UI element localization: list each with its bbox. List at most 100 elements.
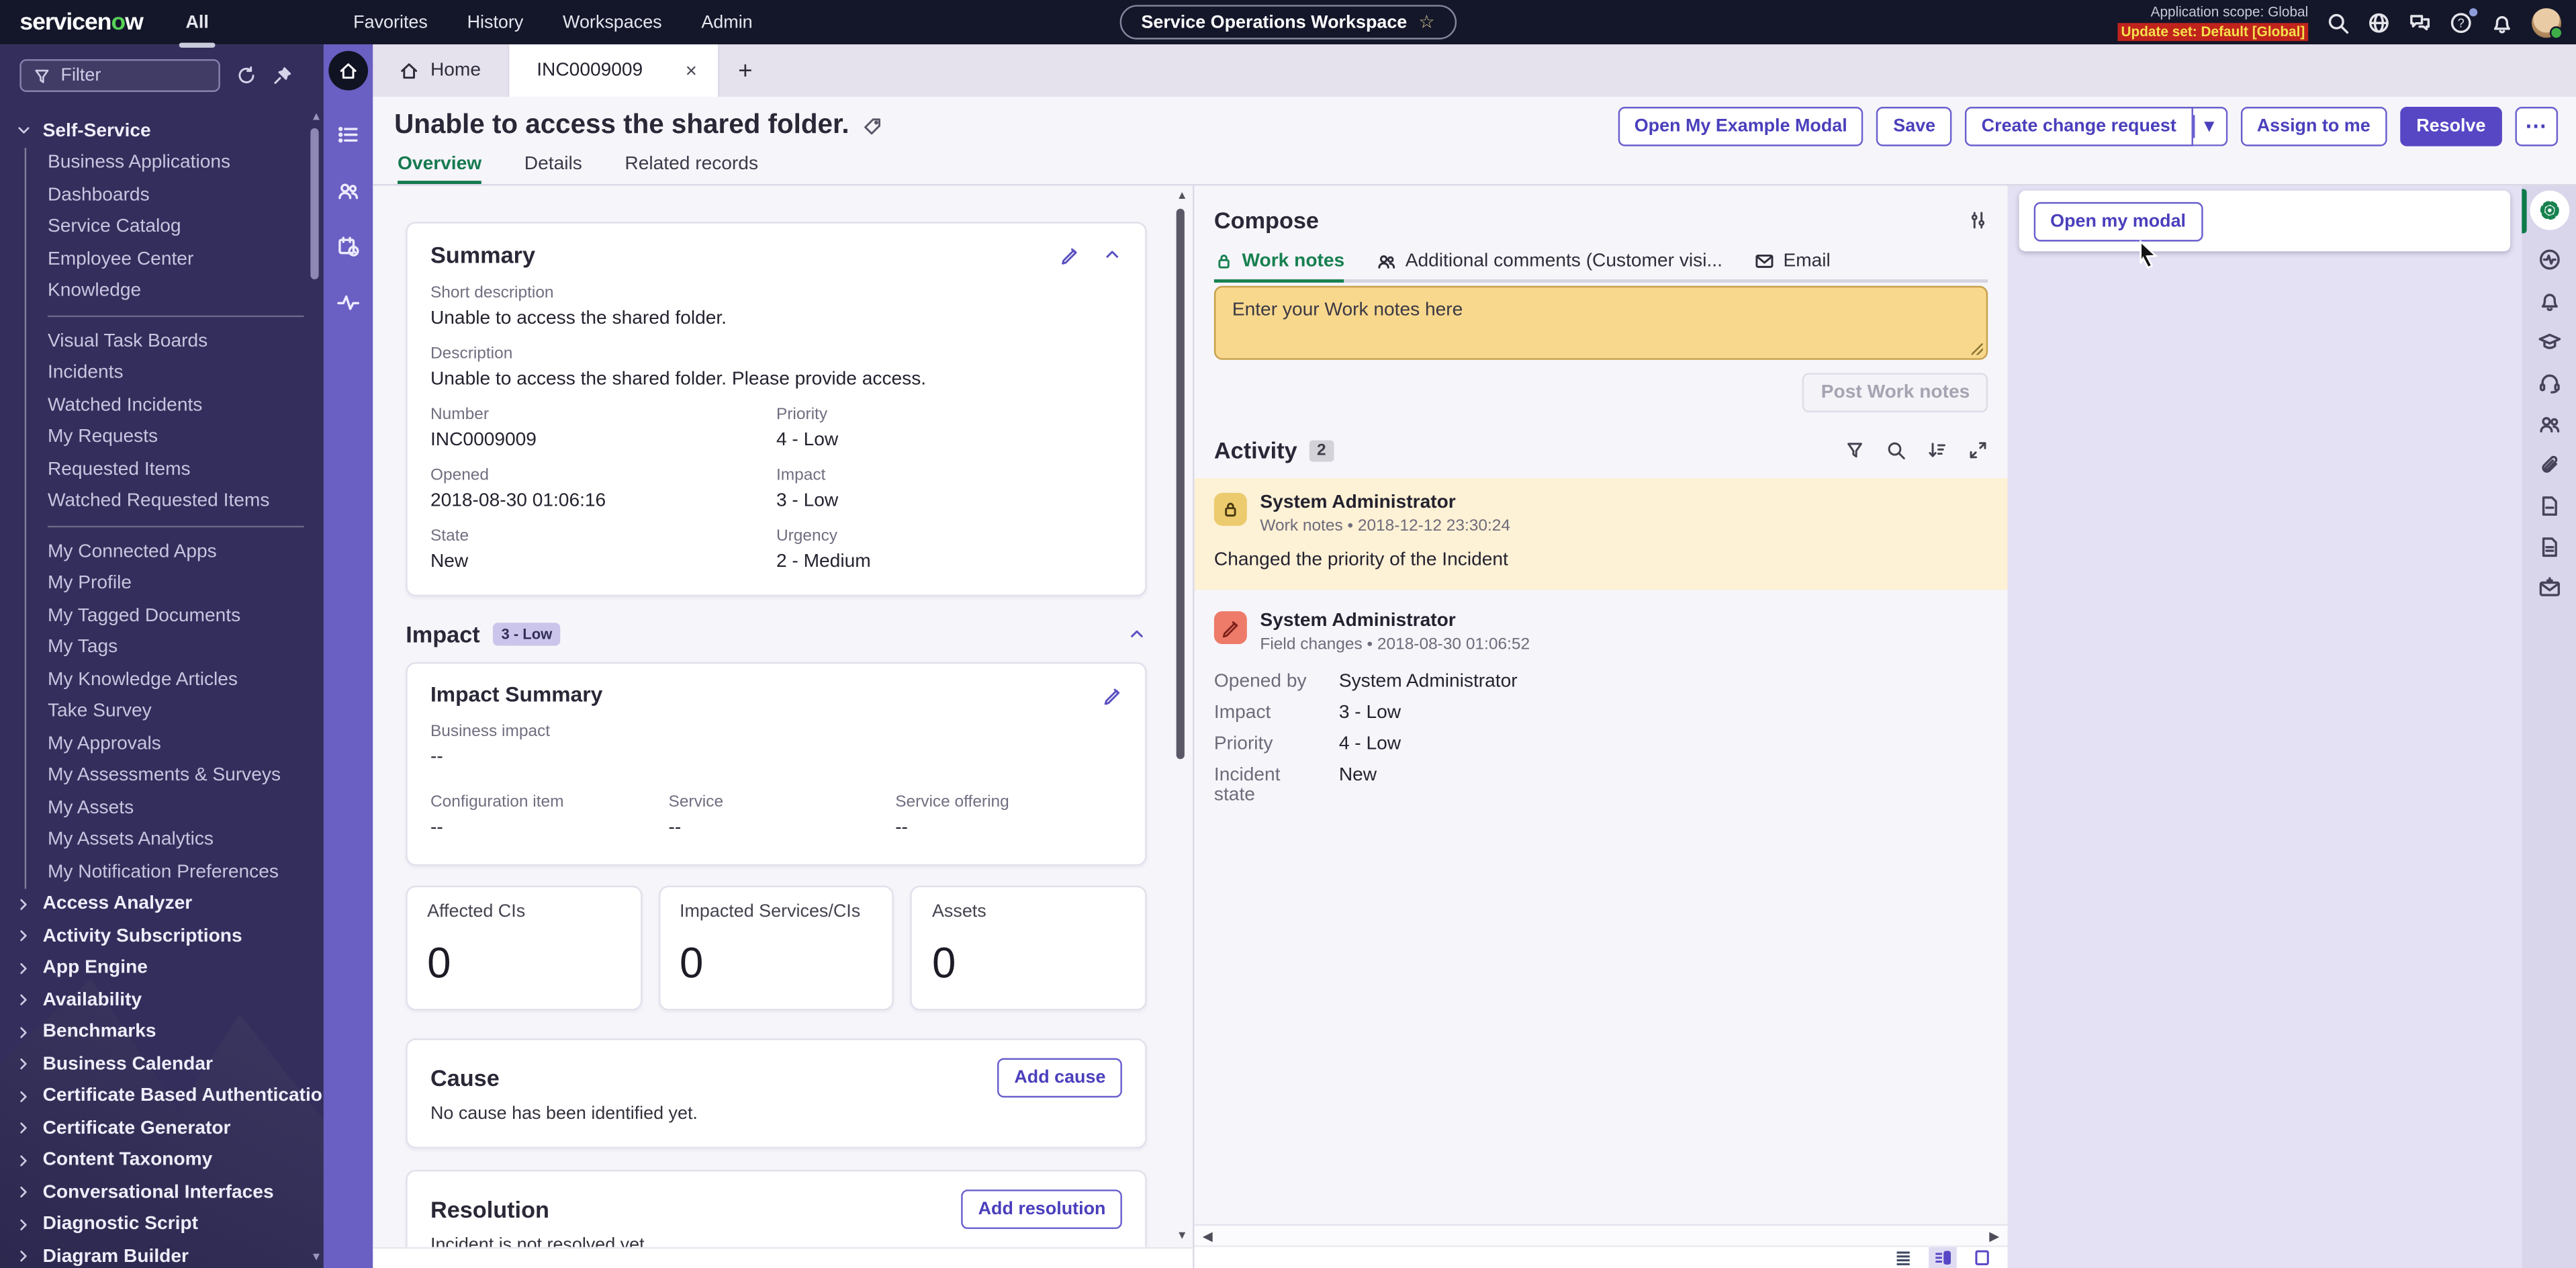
sidebar-section-content-taxonomy[interactable]: Content Taxonomy: [0, 1144, 324, 1177]
sidebar-filter-input[interactable]: [60, 65, 193, 86]
agent-assist-headset-icon[interactable]: [2538, 371, 2561, 394]
create-change-caret-icon[interactable]: ▾: [2193, 105, 2227, 146]
sidebar-item-my-profile[interactable]: My Profile: [48, 568, 324, 600]
scroll-up-icon[interactable]: ▲: [1177, 191, 1188, 202]
workspace-pill[interactable]: Service Operations Workspace ☆: [1119, 5, 1457, 40]
nav-all[interactable]: All: [179, 12, 216, 47]
sidebar-item-my-knowledge-articles[interactable]: My Knowledge Articles: [48, 664, 324, 696]
help-icon[interactable]: [2450, 7, 2478, 34]
sidebar-item-business-applications[interactable]: Business Applications: [48, 147, 324, 179]
tab-incident-record[interactable]: INC0009009 ×: [507, 44, 721, 97]
monitoring-pulse-icon[interactable]: [337, 291, 360, 314]
knowledge-cap-icon[interactable]: [2538, 330, 2561, 353]
attachments-paperclip-icon[interactable]: [2538, 453, 2561, 476]
sidebar-scroll-up-icon[interactable]: ▲: [311, 111, 322, 123]
nav-admin[interactable]: Admin: [701, 12, 752, 32]
sidebar-section-self-service[interactable]: Self-Service: [0, 115, 324, 147]
scroll-left-icon[interactable]: ◀: [1203, 1228, 1213, 1243]
favorite-star-icon[interactable]: ☆: [1418, 11, 1434, 33]
sort-icon[interactable]: [1927, 441, 1947, 460]
sidebar-section-business-calendar[interactable]: Business Calendar: [0, 1048, 324, 1081]
sidebar-item-visual-task-boards[interactable]: Visual Task Boards: [48, 325, 324, 357]
nav-history[interactable]: History: [467, 12, 524, 32]
tag-icon[interactable]: [862, 116, 882, 135]
groups-icon[interactable]: [337, 179, 360, 202]
chat-icon[interactable]: [2408, 11, 2431, 34]
pin-sidebar-icon[interactable]: [273, 66, 292, 85]
sidebar-section-diagnostic-script[interactable]: Diagnostic Script: [0, 1208, 324, 1240]
sidebar-item-service-catalog[interactable]: Service Catalog: [48, 211, 324, 243]
new-email-icon[interactable]: [2538, 577, 2561, 600]
compose-settings-icon[interactable]: [1968, 210, 1988, 230]
nav-workspaces[interactable]: Workspaces: [563, 12, 662, 32]
view-full-icon[interactable]: [1968, 1247, 1996, 1268]
settings-gear-icon[interactable]: [2529, 190, 2569, 230]
collapse-chevron-up-icon[interactable]: [1103, 245, 1122, 265]
sidebar-item-my-tagged-documents[interactable]: My Tagged Documents: [48, 600, 324, 632]
search-icon[interactable]: [1886, 441, 1906, 460]
impacted-services-tile[interactable]: Impacted Services/CIs 0: [658, 885, 894, 1011]
assign-to-me-button[interactable]: Assign to me: [2240, 105, 2387, 146]
sidebar-item-my-assessments-surveys[interactable]: My Assessments & Surveys: [48, 760, 324, 792]
notifications-bell-icon[interactable]: [2538, 289, 2561, 312]
edit-pencil-icon[interactable]: [1103, 684, 1122, 704]
sidebar-section-certificate-based-authentication[interactable]: Certificate Based Authentication: [0, 1081, 324, 1113]
vertical-scrollbar[interactable]: [1176, 208, 1185, 760]
filter-funnel-icon[interactable]: [1845, 441, 1864, 460]
tab-email[interactable]: Email: [1755, 251, 1831, 279]
post-work-notes-button[interactable]: Post Work notes: [1802, 373, 1988, 413]
open-example-modal-button[interactable]: Open My Example Modal: [1618, 105, 1864, 146]
notifications-bell-icon[interactable]: [2491, 11, 2514, 34]
nav-favorites[interactable]: Favorites: [353, 12, 428, 32]
scroll-down-icon[interactable]: ▼: [1177, 1230, 1188, 1242]
tab-work-notes[interactable]: Work notes: [1213, 251, 1345, 283]
resolve-button[interactable]: Resolve: [2399, 105, 2502, 146]
sidebar-section-certificate-generator[interactable]: Certificate Generator: [0, 1112, 324, 1144]
servicenow-logo[interactable]: servicenow: [19, 9, 143, 35]
assets-tile[interactable]: Assets 0: [911, 885, 1147, 1011]
view-list-icon[interactable]: [1889, 1247, 1917, 1268]
create-change-request-button[interactable]: Create change request: [1965, 105, 2193, 146]
globe-icon[interactable]: [2367, 11, 2390, 34]
refresh-icon[interactable]: [236, 66, 256, 85]
user-avatar[interactable]: [2531, 7, 2563, 39]
resize-handle[interactable]: [1971, 343, 1983, 355]
more-actions-button[interactable]: ⋯: [2515, 105, 2559, 146]
sidebar-item-requested-items[interactable]: Requested Items: [48, 453, 324, 486]
collapse-chevron-up-icon[interactable]: [1127, 625, 1146, 644]
sidebar-item-incidents[interactable]: Incidents: [48, 357, 324, 390]
sidebar-section-access-analyzer[interactable]: Access Analyzer: [0, 888, 324, 920]
sidebar-item-my-approvals[interactable]: My Approvals: [48, 728, 324, 760]
close-tab-icon[interactable]: ×: [686, 61, 697, 81]
attendees-people-icon[interactable]: [2538, 412, 2561, 435]
sidebar-item-watched-incidents[interactable]: Watched Incidents: [48, 390, 324, 422]
sidebar-item-my-notification-preferences[interactable]: My Notification Preferences: [48, 856, 324, 889]
sidebar-section-app-engine[interactable]: App Engine: [0, 952, 324, 985]
new-tab-icon[interactable]: +: [738, 56, 752, 85]
sidebar-item-my-assets-analytics[interactable]: My Assets Analytics: [48, 824, 324, 856]
open-my-modal-button[interactable]: Open my modal: [2033, 201, 2203, 242]
document-icon[interactable]: [2538, 494, 2561, 517]
notes-document-icon[interactable]: [2538, 536, 2561, 559]
sidebar-item-my-requests[interactable]: My Requests: [48, 422, 324, 454]
sidebar-section-conversational-interfaces[interactable]: Conversational Interfaces: [0, 1177, 324, 1209]
sidebar-scrollbar[interactable]: [310, 128, 319, 279]
lists-icon[interactable]: [337, 123, 360, 146]
tab-related-records[interactable]: Related records: [625, 154, 758, 184]
tab-home[interactable]: Home: [373, 44, 507, 97]
tab-details[interactable]: Details: [524, 154, 582, 184]
sidebar-item-my-connected-apps[interactable]: My Connected Apps: [48, 536, 324, 568]
sidebar-section-diagram-builder[interactable]: Diagram Builder: [0, 1240, 324, 1268]
sidebar-item-employee-center[interactable]: Employee Center: [48, 243, 324, 275]
sidebar-section-activity-subscriptions[interactable]: Activity Subscriptions: [0, 920, 324, 952]
sidebar-item-watched-requested-items[interactable]: Watched Requested Items: [48, 486, 324, 518]
work-notes-input[interactable]: [1213, 285, 1988, 360]
home-icon[interactable]: [328, 50, 369, 91]
affected-cis-tile[interactable]: Affected CIs 0: [406, 885, 642, 1011]
scroll-right-icon[interactable]: ▶: [1989, 1228, 1999, 1243]
sidebar-scroll-down-icon[interactable]: ▼: [311, 1252, 322, 1263]
sidebar-item-my-tags[interactable]: My Tags: [48, 632, 324, 664]
calendar-schedule-icon[interactable]: [337, 235, 360, 258]
tab-additional-comments[interactable]: Additional comments (Customer visi...: [1377, 251, 1722, 279]
view-split-icon[interactable]: [1929, 1247, 1957, 1268]
